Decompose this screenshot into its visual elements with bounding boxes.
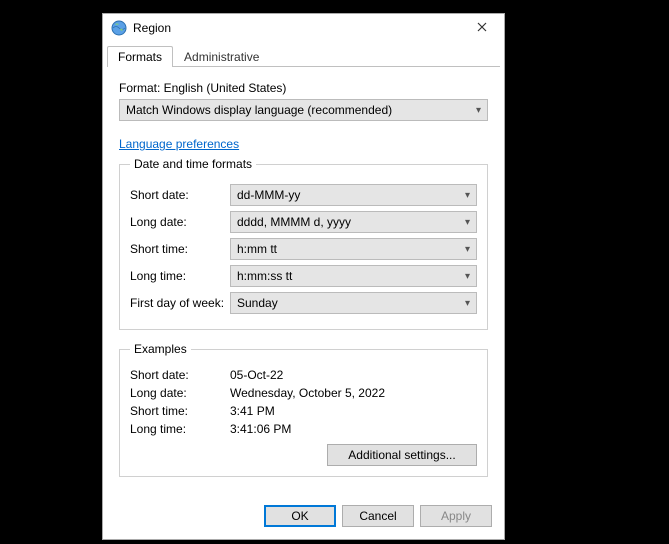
first-day-value: Sunday [237, 296, 278, 310]
example-long-time-value: 3:41:06 PM [230, 422, 477, 436]
short-date-combo[interactable]: dd-MMM-yy ▾ [230, 184, 477, 206]
chevron-down-icon: ▾ [465, 298, 470, 309]
short-date-value: dd-MMM-yy [237, 188, 300, 202]
first-day-label: First day of week: [130, 296, 230, 310]
example-short-time-label: Short time: [130, 404, 230, 418]
format-label: Format: English (United States) [119, 81, 488, 95]
tabstrip: Formats Administrative [107, 42, 500, 67]
titlebar: Region [103, 14, 504, 42]
chevron-down-icon: ▾ [465, 217, 470, 228]
tab-formats[interactable]: Formats [107, 46, 173, 67]
datetime-formats-group: Date and time formats Short date: dd-MMM… [119, 157, 488, 330]
short-time-label: Short time: [130, 242, 230, 256]
chevron-down-icon: ▾ [465, 271, 470, 282]
long-time-combo[interactable]: h:mm:ss tt ▾ [230, 265, 477, 287]
dialog-footer: OK Cancel Apply [103, 497, 504, 539]
example-long-date-label: Long date: [130, 386, 230, 400]
first-day-combo[interactable]: Sunday ▾ [230, 292, 477, 314]
example-long-time-label: Long time: [130, 422, 230, 436]
format-combo[interactable]: Match Windows display language (recommen… [119, 99, 488, 121]
example-long-date-value: Wednesday, October 5, 2022 [230, 386, 477, 400]
example-short-date-label: Short date: [130, 368, 230, 382]
long-time-label: Long time: [130, 269, 230, 283]
examples-legend: Examples [130, 342, 191, 356]
chevron-down-icon: ▾ [465, 244, 470, 255]
examples-group: Examples Short date: 05-Oct-22 Long date… [119, 342, 488, 477]
tab-content: Format: English (United States) Match Wi… [103, 67, 504, 497]
long-time-value: h:mm:ss tt [237, 269, 292, 283]
close-button[interactable] [462, 16, 502, 40]
format-combo-value: Match Windows display language (recommen… [126, 103, 392, 117]
apply-button[interactable]: Apply [420, 505, 492, 527]
long-date-label: Long date: [130, 215, 230, 229]
cancel-button[interactable]: Cancel [342, 505, 414, 527]
long-date-value: dddd, MMMM d, yyyy [237, 215, 351, 229]
chevron-down-icon: ▾ [476, 105, 481, 116]
tab-administrative[interactable]: Administrative [173, 46, 270, 67]
window-title: Region [133, 21, 462, 35]
language-preferences-link[interactable]: Language preferences [119, 137, 488, 151]
additional-settings-button[interactable]: Additional settings... [327, 444, 477, 466]
chevron-down-icon: ▾ [465, 190, 470, 201]
example-short-time-value: 3:41 PM [230, 404, 477, 418]
globe-icon [111, 20, 127, 36]
example-short-date-value: 05-Oct-22 [230, 368, 477, 382]
datetime-formats-legend: Date and time formats [130, 157, 256, 171]
region-dialog: Region Formats Administrative Format: En… [102, 13, 505, 540]
long-date-combo[interactable]: dddd, MMMM d, yyyy ▾ [230, 211, 477, 233]
short-date-label: Short date: [130, 188, 230, 202]
short-time-combo[interactable]: h:mm tt ▾ [230, 238, 477, 260]
ok-button[interactable]: OK [264, 505, 336, 527]
short-time-value: h:mm tt [237, 242, 277, 256]
